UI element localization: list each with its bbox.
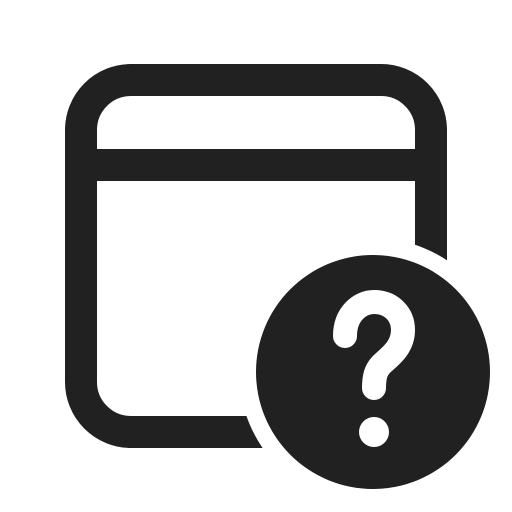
icon-canvas [0,0,512,512]
window-title-bar-divider [81,149,431,181]
window-question-icon [65,64,490,489]
